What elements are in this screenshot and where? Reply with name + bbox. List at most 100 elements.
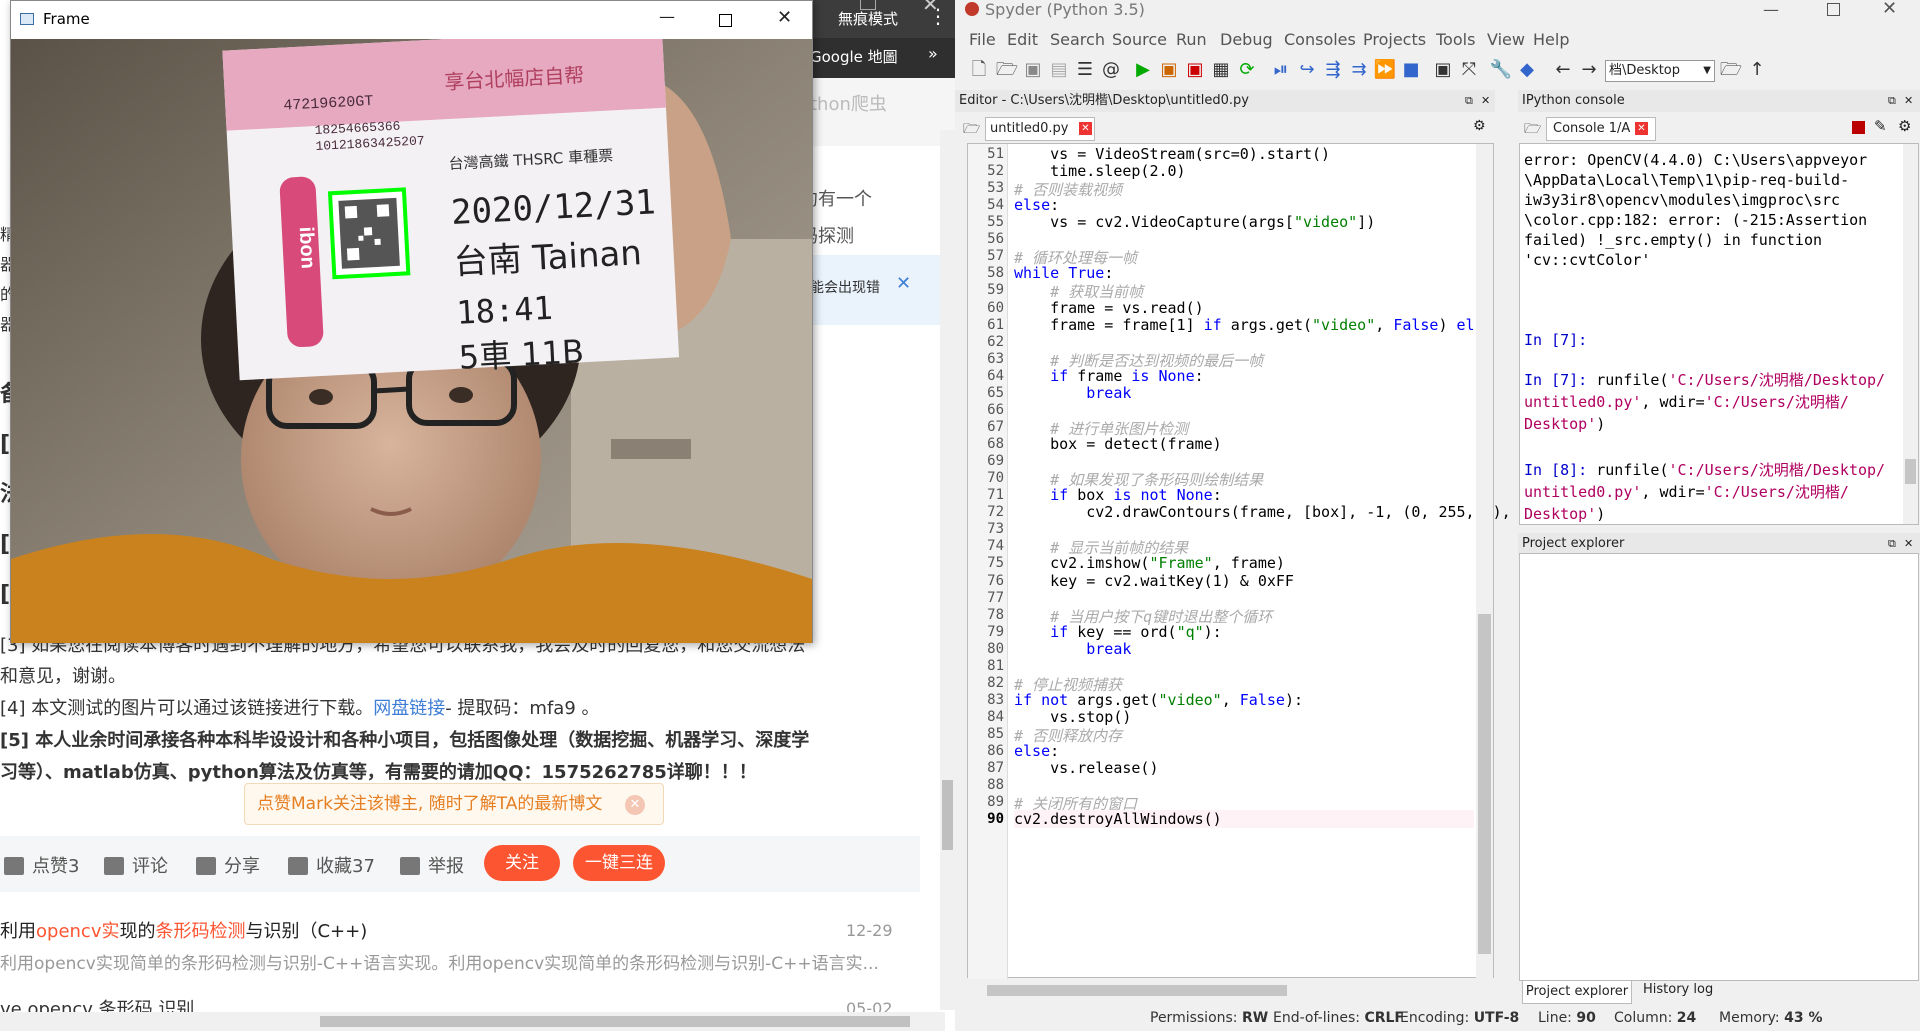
tab-history-log[interactable]: History log (1643, 982, 1713, 997)
browser-hscrollbar[interactable] (0, 1012, 945, 1031)
frame-titlebar[interactable]: Frame — ✕ (11, 1, 812, 39)
menu-consoles[interactable]: Consoles (1284, 30, 1356, 49)
search-suggestion[interactable]: thon爬虫 (810, 90, 887, 116)
undock-icon[interactable]: ⧉ (1888, 533, 1896, 555)
close-pane-icon[interactable]: ✕ (1904, 533, 1913, 555)
close-icon[interactable]: ✕ (1882, 0, 1897, 19)
ipython-console[interactable]: error: OpenCV(4.4.0) C:\Users\appveyor \… (1519, 143, 1919, 525)
menu-tools[interactable]: Tools (1436, 30, 1475, 49)
report-button[interactable]: 举报 (400, 852, 464, 878)
close-tab-icon[interactable]: ✕ (1079, 122, 1092, 135)
step-return-icon[interactable]: ⇉ (1347, 58, 1371, 82)
run-icon[interactable]: ▶ (1131, 58, 1155, 82)
scroll-thumb[interactable] (942, 780, 953, 850)
minimize-icon[interactable]: — (659, 7, 675, 26)
menu-search[interactable]: Search (1050, 30, 1105, 49)
parent-dir-icon[interactable]: ↑ (1745, 58, 1769, 82)
python-path-icon[interactable]: ◆ (1515, 58, 1539, 82)
at-icon[interactable]: @ (1099, 58, 1123, 82)
stop-debug-icon[interactable]: ■ (1399, 58, 1423, 82)
maximize-pane-icon[interactable]: ▣ (1431, 58, 1455, 82)
menu-source[interactable]: Source (1112, 30, 1167, 49)
debug-icon[interactable]: ⏯ (1269, 58, 1293, 82)
incognito-label[interactable]: 無痕模式 (838, 8, 898, 29)
gear-icon[interactable]: ⚙ (1473, 118, 1486, 134)
tab-project-explorer[interactable]: Project explorer (1522, 980, 1632, 1004)
line-number: 82 (987, 674, 1004, 691)
run-selection-icon[interactable]: ▦ (1209, 58, 1233, 82)
follow-button[interactable]: 关注 (484, 845, 560, 881)
clear-console-icon[interactable]: ✎ (1874, 117, 1887, 135)
like-button[interactable]: 点赞3 (4, 852, 79, 878)
run-cell-advance-icon[interactable]: ▣ (1183, 58, 1207, 82)
back-icon[interactable]: ← (1551, 58, 1575, 82)
notice-close-icon[interactable]: ✕ (896, 273, 911, 294)
left-edge-headings: 备[法[[ (0, 382, 22, 607)
comment-button[interactable]: 评论 (104, 852, 168, 878)
scroll-thumb[interactable] (1905, 459, 1916, 484)
code-line: cv2.imshow("Frame", frame) (1014, 554, 1285, 573)
scroll-thumb[interactable] (1478, 614, 1491, 954)
scroll-thumb[interactable] (320, 1016, 910, 1027)
editor-hscrollbar[interactable] (967, 982, 1494, 999)
step-into-icon[interactable]: ⇶ (1321, 58, 1345, 82)
undock-icon[interactable]: ⧉ (1888, 90, 1896, 112)
related-title[interactable]: 利用opencv实现的条形码检测与识别（C++) (0, 917, 367, 943)
wrench-icon[interactable]: 🔧 (1489, 58, 1513, 82)
bookmark-google-maps[interactable]: Google 地圖 (810, 46, 898, 67)
fullscreen-icon[interactable]: ⤧ (1457, 58, 1481, 82)
menu-help[interactable]: Help (1533, 30, 1569, 49)
menu-edit[interactable]: Edit (1007, 30, 1038, 49)
scroll-thumb[interactable] (987, 985, 1287, 996)
gear-icon[interactable]: ⚙ (1898, 117, 1911, 135)
close-tab-icon[interactable]: ✕ (1635, 122, 1648, 135)
minimize-icon[interactable]: — (1763, 0, 1779, 19)
forward-icon[interactable]: → (1577, 58, 1601, 82)
console-tab[interactable]: Console 1/A ✕ (1546, 117, 1656, 141)
code-editor[interactable]: 51 vs = VideoStream(src=0).start() 52 tim… (967, 143, 1511, 979)
save-icon[interactable]: ▣ (1021, 58, 1045, 82)
tip-close-icon[interactable]: ✕ (625, 795, 645, 815)
close-pane-icon[interactable]: ✕ (1904, 90, 1913, 112)
netdisk-link[interactable]: 网盘链接 (373, 698, 445, 719)
bookmark-overflow-icon[interactable]: » (928, 44, 938, 63)
camera-frame-image: ibon 47219620GT 18254665366 101218634252… (11, 39, 812, 643)
maximize-icon[interactable] (719, 14, 732, 27)
browse-tabs-icon[interactable]: 🗁 (963, 118, 980, 142)
browse-folder-icon[interactable]: 🗁 (1719, 58, 1743, 82)
console-vscrollbar[interactable] (1903, 144, 1918, 524)
browser-vscrollbar[interactable] (940, 130, 955, 1010)
close-icon[interactable]: ✕ (777, 7, 792, 28)
browse-tabs-icon[interactable]: 🗁 (1524, 118, 1541, 142)
maximize-icon[interactable] (1827, 3, 1840, 16)
list-icon[interactable]: ☰ (1073, 58, 1097, 82)
share-button[interactable]: 分享 (196, 852, 260, 878)
menu-debug[interactable]: Debug (1220, 30, 1273, 49)
article-line: 和意见，谢谢。 (0, 666, 126, 687)
string: 'C:/Users/沈明楷/Desktop/ (1668, 371, 1886, 389)
favorite-button[interactable]: 收藏37 (288, 852, 375, 878)
working-dir-combo[interactable]: 档\Desktop ▼ (1605, 60, 1715, 82)
new-file-icon[interactable]: 🗋 (967, 58, 991, 82)
menu-run[interactable]: Run (1176, 30, 1207, 49)
continue-icon[interactable]: ⏩ (1373, 58, 1397, 82)
stop-kernel-icon[interactable] (1852, 121, 1865, 134)
string: 'C:/Users/沈明楷/ (1704, 483, 1849, 501)
open-file-icon[interactable]: 🗁 (995, 58, 1019, 82)
line-number: 65 (987, 384, 1004, 401)
maximize-icon[interactable] (860, 0, 876, 10)
menu-file[interactable]: File (969, 30, 996, 49)
triple-button[interactable]: 一键三连 (573, 845, 665, 881)
close-pane-icon[interactable]: ✕ (1481, 90, 1490, 112)
undock-icon[interactable]: ⧉ (1465, 90, 1473, 112)
step-icon[interactable]: ↪ (1295, 58, 1319, 82)
editor-vscrollbar[interactable] (1476, 144, 1493, 979)
editor-tab[interactable]: untitled0.py ✕ (985, 117, 1095, 141)
close-icon[interactable]: ✕ (922, 0, 939, 16)
menu-projects[interactable]: Projects (1363, 30, 1426, 49)
run-cell-icon[interactable]: ▣ (1157, 58, 1181, 82)
rerun-icon[interactable]: ⟳ (1235, 58, 1259, 82)
menu-view[interactable]: View (1487, 30, 1525, 49)
save-all-icon[interactable]: ▤ (1047, 58, 1071, 82)
line-number: 64 (987, 367, 1004, 384)
